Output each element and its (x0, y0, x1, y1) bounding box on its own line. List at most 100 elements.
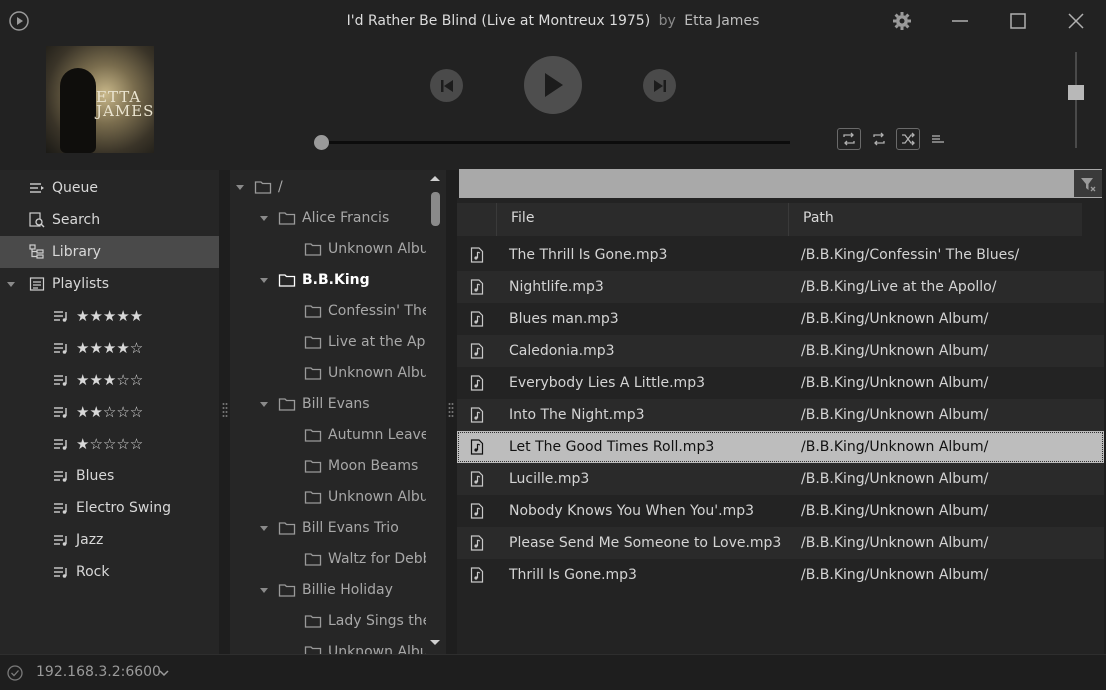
chevron-down-icon[interactable] (258, 584, 270, 596)
minimize-button[interactable] (944, 8, 976, 34)
play-icon (545, 73, 563, 97)
table-row[interactable]: Into The Night.mp3/B.B.King/Unknown Albu… (457, 399, 1104, 431)
table-row[interactable]: Everybody Lies A Little.mp3/B.B.King/Unk… (457, 367, 1104, 399)
tree-item[interactable]: Alice Francis (258, 202, 426, 233)
settings-button[interactable] (886, 8, 918, 34)
file-name: Lucille.mp3 (509, 471, 590, 487)
tree-item[interactable]: Bill Evans (258, 388, 426, 419)
tree-item-label: Unknown Album (328, 488, 426, 505)
tree-item[interactable]: Billie Holiday (258, 574, 426, 605)
play-button[interactable] (524, 56, 582, 114)
playlist-item[interactable]: Electro Swing (0, 492, 219, 524)
by-label: by (658, 13, 676, 29)
table-row[interactable]: Caledonia.mp3/B.B.King/Unknown Album/ (457, 335, 1104, 367)
chevron-down-icon[interactable] (258, 212, 270, 224)
tree-splitter[interactable] (448, 402, 454, 420)
playlist-label: ★☆☆☆☆ (76, 435, 144, 453)
playlist-item[interactable]: ★☆☆☆☆ (0, 428, 219, 460)
tree-item[interactable]: Confessin' The Blues (304, 295, 426, 326)
scroll-up-arrow[interactable] (428, 173, 442, 183)
file-name: Caledonia.mp3 (509, 343, 615, 359)
gear-icon (893, 12, 911, 30)
file-name: Please Send Me Someone to Love.mp3 (509, 535, 782, 551)
table-row[interactable]: The Thrill Is Gone.mp3/B.B.King/Confessi… (457, 239, 1104, 271)
clear-filter-button[interactable] (1074, 170, 1102, 197)
song-title: I'd Rather Be Blind (Live at Montreux 19… (346, 13, 651, 29)
chevron-down-icon[interactable] (258, 398, 270, 410)
tree-scrollbar-thumb[interactable] (431, 192, 440, 226)
playlist-item[interactable]: Blues (0, 460, 219, 492)
file-column-header[interactable]: File (497, 203, 789, 236)
table-row[interactable]: Let The Good Times Roll.mp3/B.B.King/Unk… (457, 431, 1104, 463)
seek-handle[interactable] (314, 135, 329, 150)
tree-item-label: Autumn Leaves (328, 426, 426, 443)
volume-handle[interactable] (1068, 85, 1084, 101)
tree-item[interactable]: B.B.King (258, 264, 426, 295)
sidebar-item-search[interactable]: Search (0, 204, 219, 236)
maximize-button[interactable] (1002, 8, 1034, 34)
server-address[interactable]: 192.168.3.2:6600 (36, 664, 161, 680)
file-path: /B.B.King/Unknown Album/ (801, 535, 989, 551)
playlist-icon (52, 467, 70, 485)
sidebar-item-playlists[interactable]: Playlists (0, 268, 219, 300)
table-row[interactable]: Lucille.mp3/B.B.King/Unknown Album/ (457, 463, 1104, 495)
playlist-item[interactable]: Jazz (0, 524, 219, 556)
playlist-label: Blues (76, 468, 115, 484)
skip-next-icon (653, 79, 666, 92)
scroll-down-arrow[interactable] (428, 638, 442, 648)
tree-item-label: Unknown Album (328, 643, 426, 655)
file-name: Nobody Knows You When You'.mp3 (509, 503, 755, 519)
consume-button[interactable] (926, 128, 950, 150)
file-name: Let The Good Times Roll.mp3 (509, 439, 715, 455)
playlist-label: ★★★★★ (76, 307, 144, 325)
skip-previous-icon (440, 79, 453, 92)
tree-item-label: Live at the Apollo (328, 333, 426, 350)
tree-item[interactable]: Live at the Apollo (304, 326, 426, 357)
tree-item[interactable]: Moon Beams (304, 450, 426, 481)
tree-item[interactable]: / (234, 171, 426, 202)
sidebar-item-library[interactable]: Library (0, 236, 219, 268)
previous-track-button[interactable] (430, 69, 463, 102)
tree-item[interactable]: Waltz for Debby (304, 543, 426, 574)
folder-icon (304, 644, 322, 654)
tree-item-label: Confessin' The Blues (328, 302, 426, 319)
playlist-item[interactable]: ★★★★☆ (0, 332, 219, 364)
tree-item[interactable]: Unknown Album (304, 357, 426, 388)
server-dropdown-button[interactable] (157, 666, 171, 680)
tree-item[interactable]: Unknown Album (304, 636, 426, 654)
file-path: /B.B.King/Unknown Album/ (801, 567, 989, 583)
tree-item-label: Billie Holiday (302, 581, 393, 598)
table-row[interactable]: Nobody Knows You When You'.mp3/B.B.King/… (457, 495, 1104, 527)
table-row[interactable]: Thrill Is Gone.mp3/B.B.King/Unknown Albu… (457, 559, 1104, 591)
table-row[interactable]: Please Send Me Someone to Love.mp3/B.B.K… (457, 527, 1104, 559)
tree-item[interactable]: Bill Evans Trio (258, 512, 426, 543)
table-row[interactable]: Nightlife.mp3/B.B.King/Live at the Apoll… (457, 271, 1104, 303)
seek-bar[interactable] (320, 141, 790, 144)
sidebar-item-queue[interactable]: Queue (0, 172, 219, 204)
audio-file-icon (457, 343, 497, 359)
chevron-down-icon[interactable] (234, 181, 246, 193)
playlist-item[interactable]: ★★☆☆☆ (0, 396, 219, 428)
tree-item[interactable]: Autumn Leaves (304, 419, 426, 450)
sidebar-item-label: Playlists (52, 276, 110, 292)
repeat-button[interactable] (837, 128, 861, 150)
path-column-header[interactable]: Path (789, 203, 1082, 236)
playlist-item[interactable]: ★★★☆☆ (0, 364, 219, 396)
close-button[interactable] (1060, 8, 1092, 34)
tree-item-label: Moon Beams (328, 457, 419, 474)
repeat-single-button[interactable] (867, 128, 891, 150)
playlist-item[interactable]: ★★★★★ (0, 300, 219, 332)
playlist-item[interactable]: Rock (0, 556, 219, 588)
shuffle-button[interactable] (896, 128, 920, 150)
chevron-down-icon[interactable] (258, 274, 270, 286)
filter-input[interactable] (459, 169, 1102, 198)
minimize-icon (952, 20, 968, 22)
sidebar-splitter[interactable] (222, 402, 228, 420)
chevron-down-icon[interactable] (258, 522, 270, 534)
next-track-button[interactable] (643, 69, 676, 102)
folder-icon (304, 303, 322, 319)
tree-item[interactable]: Lady Sings the Blues (304, 605, 426, 636)
tree-item[interactable]: Unknown Album (304, 481, 426, 512)
table-row[interactable]: Blues man.mp3/B.B.King/Unknown Album/ (457, 303, 1104, 335)
tree-item[interactable]: Unknown Album (304, 233, 426, 264)
